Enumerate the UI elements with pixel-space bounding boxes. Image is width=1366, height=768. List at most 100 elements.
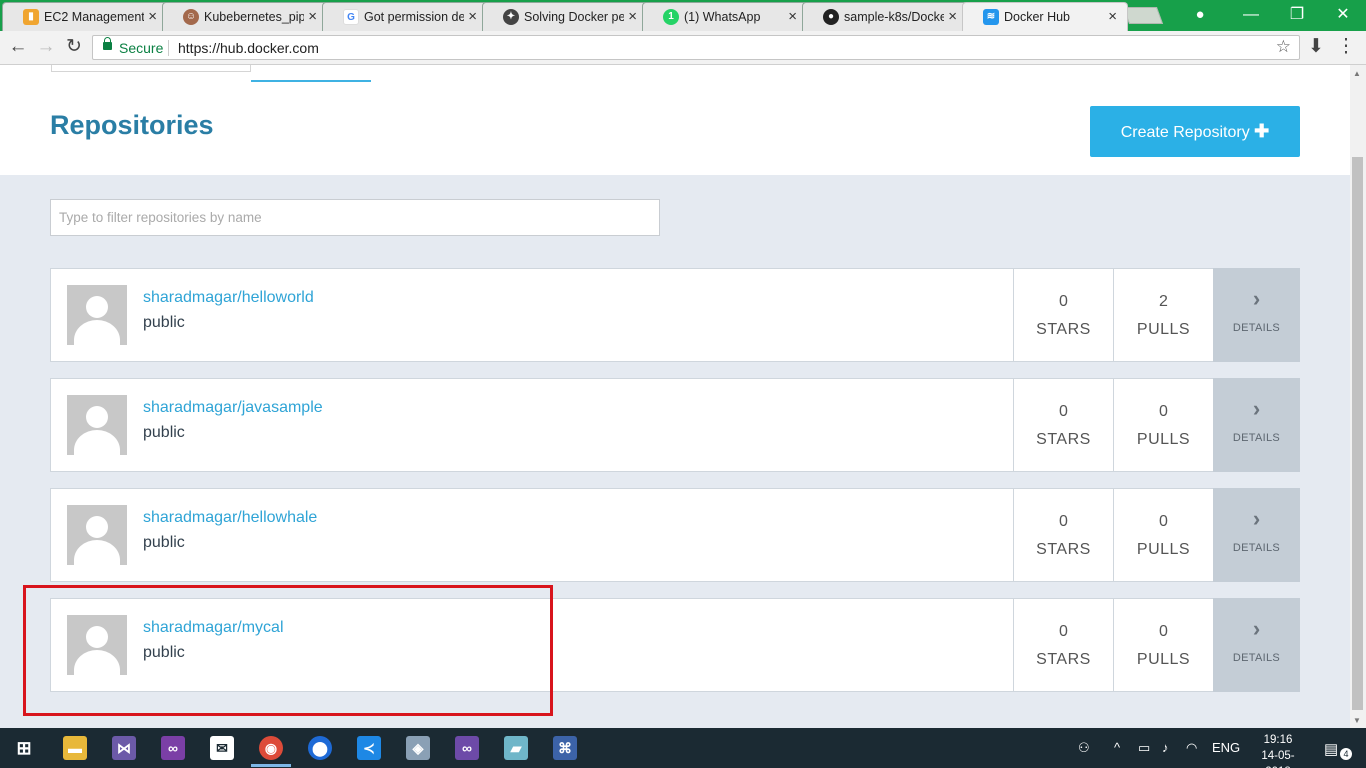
browser-tab-github[interactable]: ● sample-k8s/Docke × bbox=[802, 2, 968, 31]
details-button[interactable]: › DETAILS bbox=[1213, 488, 1300, 582]
new-tab-button[interactable] bbox=[1122, 7, 1164, 24]
details-label: DETAILS bbox=[1232, 322, 1281, 334]
repository-filter-input[interactable] bbox=[50, 199, 660, 236]
stars-count: 0 bbox=[1059, 623, 1068, 640]
divider bbox=[168, 40, 169, 56]
scroll-down-arrow-icon[interactable]: ▼ bbox=[1353, 716, 1361, 725]
minimize-button[interactable]: — bbox=[1228, 0, 1274, 31]
stars-stat: 0 STARS bbox=[1013, 269, 1113, 361]
chevron-right-icon: › bbox=[1252, 286, 1261, 311]
restore-button[interactable]: ❐ bbox=[1274, 0, 1320, 31]
close-tab-icon[interactable]: × bbox=[468, 8, 477, 25]
details-button[interactable]: › DETAILS bbox=[1213, 378, 1300, 472]
stars-stat: 0 STARS bbox=[1013, 489, 1113, 581]
pulls-count: 0 bbox=[1159, 623, 1168, 640]
battery-icon[interactable]: ▭ bbox=[1138, 740, 1150, 756]
stars-count: 0 bbox=[1059, 403, 1068, 420]
repository-name-link[interactable]: sharadmagar/hellowhale bbox=[143, 509, 317, 527]
profile-icon[interactable]: ● bbox=[1190, 6, 1210, 26]
maps-icon[interactable]: ⬤ bbox=[308, 736, 332, 760]
browser-tab-google[interactable]: G Got permission de × bbox=[322, 2, 488, 31]
github-icon: ● bbox=[823, 9, 839, 25]
create-repository-button[interactable]: Create Repository ✚ bbox=[1090, 106, 1300, 157]
close-tab-icon[interactable]: × bbox=[788, 8, 797, 25]
active-nav-underline bbox=[251, 80, 371, 82]
aws-icon: ▮ bbox=[23, 9, 39, 25]
repository-row[interactable]: sharadmagar/helloworld public 0 STARS 2 … bbox=[50, 268, 1300, 362]
jenkins-icon: ☺ bbox=[183, 9, 199, 25]
forward-arrow-icon[interactable]: → bbox=[34, 36, 58, 60]
vscode-icon[interactable]: ≺ bbox=[357, 736, 381, 760]
close-tab-icon[interactable]: × bbox=[948, 8, 957, 25]
pulls-label: PULLS bbox=[1136, 541, 1191, 558]
chevron-right-icon: › bbox=[1252, 396, 1261, 421]
stars-label: STARS bbox=[1036, 431, 1091, 448]
details-button[interactable]: › DETAILS bbox=[1213, 598, 1300, 692]
language-indicator[interactable]: ENG bbox=[1212, 740, 1240, 755]
stars-stat: 0 STARS bbox=[1013, 379, 1113, 471]
mail-icon[interactable]: ✉ bbox=[210, 736, 234, 760]
reload-icon[interactable]: ↻ bbox=[62, 36, 86, 60]
virtualbox-icon[interactable]: ◈ bbox=[406, 736, 430, 760]
pulls-count: 0 bbox=[1159, 403, 1168, 420]
file-explorer-icon[interactable]: ▬ bbox=[63, 736, 87, 760]
scrolled-input-fragment bbox=[51, 65, 251, 72]
pulls-count: 2 bbox=[1159, 293, 1168, 310]
close-tab-icon[interactable]: × bbox=[1108, 8, 1117, 25]
details-label: DETAILS bbox=[1232, 542, 1281, 554]
browser-tab-whatsapp[interactable]: 1 (1) WhatsApp × bbox=[642, 2, 808, 31]
volume-icon[interactable]: ♪ bbox=[1162, 740, 1169, 755]
plus-icon: ✚ bbox=[1254, 121, 1270, 141]
system-clock[interactable]: 19:16 14-05-2018 bbox=[1250, 732, 1306, 768]
scroll-up-arrow-icon[interactable]: ▲ bbox=[1353, 69, 1361, 78]
chrome-icon[interactable]: ◉ bbox=[259, 736, 283, 760]
close-tab-icon[interactable]: × bbox=[628, 8, 637, 25]
docker-hub-page: Repositories Create Repository ✚ sharadm… bbox=[0, 65, 1350, 728]
visual-studio-2-icon[interactable]: ∞ bbox=[455, 736, 479, 760]
browser-tab-kubernetes[interactable]: ☺ Kubebernetes_pipe × bbox=[162, 2, 328, 31]
active-app-indicator bbox=[251, 764, 291, 767]
windows-taskbar: ⊞ ▬ ⋈ ∞ ✉ ◉ ⬤ ≺ ◈ ∞ ▰ ⌘ ⚇ ^ ▭ ♪ ◠ ENG 19… bbox=[0, 728, 1366, 768]
stars-count: 0 bbox=[1059, 513, 1068, 530]
close-window-button[interactable]: ✕ bbox=[1320, 0, 1366, 31]
notification-center-icon[interactable]: ▤ bbox=[1324, 740, 1338, 758]
wifi-icon[interactable]: ◠ bbox=[1186, 740, 1197, 756]
people-icon[interactable]: ⚇ bbox=[1078, 740, 1090, 756]
stars-label: STARS bbox=[1036, 651, 1091, 668]
notes-icon[interactable]: ▰ bbox=[504, 736, 528, 760]
browser-tab-solving-docker[interactable]: ✦ Solving Docker pe × bbox=[482, 2, 648, 31]
notification-count-badge: 4 bbox=[1340, 748, 1352, 760]
page-header: Repositories Create Repository ✚ bbox=[0, 65, 1350, 175]
lock-icon bbox=[103, 37, 112, 50]
address-bar[interactable]: Secure https://hub.docker.com ☆ bbox=[92, 35, 1300, 60]
bookmark-star-icon[interactable]: ☆ bbox=[1276, 37, 1291, 57]
scrollbar-thumb[interactable] bbox=[1352, 157, 1363, 710]
menu-kebab-icon[interactable]: ⋮ bbox=[1334, 36, 1358, 60]
close-tab-icon[interactable]: × bbox=[308, 8, 317, 25]
network-manager-icon[interactable]: ⌘ bbox=[553, 736, 577, 760]
browser-tab-docker-hub[interactable]: ≋ Docker Hub × bbox=[962, 2, 1128, 31]
details-label: DETAILS bbox=[1232, 432, 1281, 444]
repository-row[interactable]: sharadmagar/hellowhale public 0 STARS 0 … bbox=[50, 488, 1300, 582]
vs-blend-icon[interactable]: ⋈ bbox=[112, 736, 136, 760]
avatar bbox=[67, 505, 127, 565]
details-label: DETAILS bbox=[1232, 652, 1281, 664]
repository-row[interactable]: sharadmagar/javasample public 0 STARS 0 … bbox=[50, 378, 1300, 472]
pulls-stat: 0 PULLS bbox=[1113, 489, 1213, 581]
details-button[interactable]: › DETAILS bbox=[1213, 268, 1300, 362]
download-icon[interactable]: ⬇ bbox=[1304, 36, 1328, 60]
browser-tab-ec2[interactable]: ▮ EC2 Management × bbox=[2, 2, 168, 31]
visual-studio-icon[interactable]: ∞ bbox=[161, 736, 185, 760]
repository-name-link[interactable]: sharadmagar/javasample bbox=[143, 399, 323, 417]
url-text[interactable]: https://hub.docker.com bbox=[178, 40, 319, 56]
page-scrollbar[interactable]: ▲ ▼ bbox=[1350, 65, 1366, 728]
stars-label: STARS bbox=[1036, 541, 1091, 558]
back-arrow-icon[interactable]: ← bbox=[6, 36, 30, 60]
repository-visibility: public bbox=[143, 314, 185, 331]
repository-name-link[interactable]: sharadmagar/helloworld bbox=[143, 289, 314, 307]
clock-time: 19:16 bbox=[1263, 734, 1293, 746]
windows-start-icon[interactable]: ⊞ bbox=[12, 736, 36, 760]
whatsapp-icon: 1 bbox=[663, 9, 679, 25]
close-tab-icon[interactable]: × bbox=[148, 8, 157, 25]
tray-expand-chevron-icon[interactable]: ^ bbox=[1114, 740, 1120, 755]
